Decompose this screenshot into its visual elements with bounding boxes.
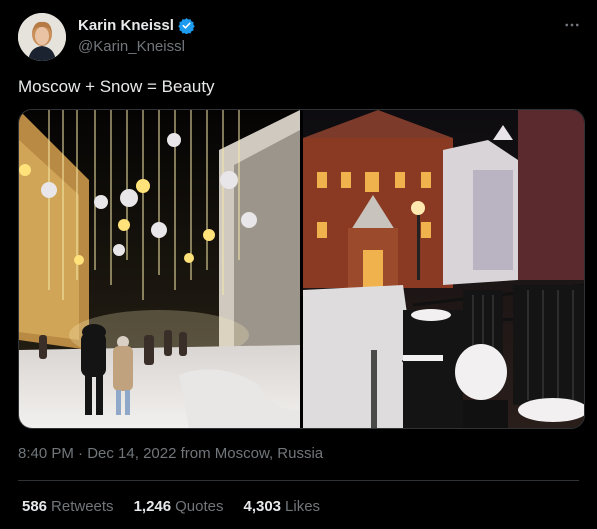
tweet-timestamp[interactable]: 8:40 PM · Dec 14, 2022 from Moscow, Russ… [18, 445, 323, 462]
tweet-text: Moscow + Snow = Beauty [18, 77, 215, 96]
retweets-stat[interactable]: 586 Retweets [22, 498, 114, 515]
tweet-media [18, 109, 585, 429]
likes-count: 4,303 [243, 498, 282, 515]
quotes-stat[interactable]: 1,246 Quotes [134, 498, 224, 515]
quotes-label: Quotes [175, 498, 224, 515]
photo-street-lights[interactable] [19, 110, 300, 428]
tweet-stats: 586 Retweets 1,246 Quotes 4,303 Likes [22, 498, 320, 515]
author-handle[interactable]: @Karin_Kneissl [78, 38, 185, 55]
more-horizontal-icon[interactable] [561, 14, 583, 36]
tweet-date-location: Dec 14, 2022 from Moscow, Russia [87, 445, 324, 462]
meta-separator: · [78, 445, 84, 462]
photo-museum-snow[interactable] [303, 110, 584, 428]
likes-stat[interactable]: 4,303 Likes [243, 498, 320, 515]
quotes-count: 1,246 [133, 498, 172, 515]
tweet-card: Karin Kneissl @Karin_Kneissl Moscow + Sn… [0, 0, 597, 529]
author-name[interactable]: Karin Kneissl [78, 17, 174, 34]
likes-label: Likes [285, 498, 321, 515]
avatar[interactable] [18, 13, 66, 61]
retweets-count: 586 [22, 498, 48, 515]
retweets-label: Retweets [51, 498, 114, 515]
divider [18, 480, 579, 481]
author-name-row[interactable]: Karin Kneissl [78, 15, 195, 35]
verified-badge-icon [178, 17, 195, 34]
tweet-time: 8:40 PM [18, 445, 74, 462]
